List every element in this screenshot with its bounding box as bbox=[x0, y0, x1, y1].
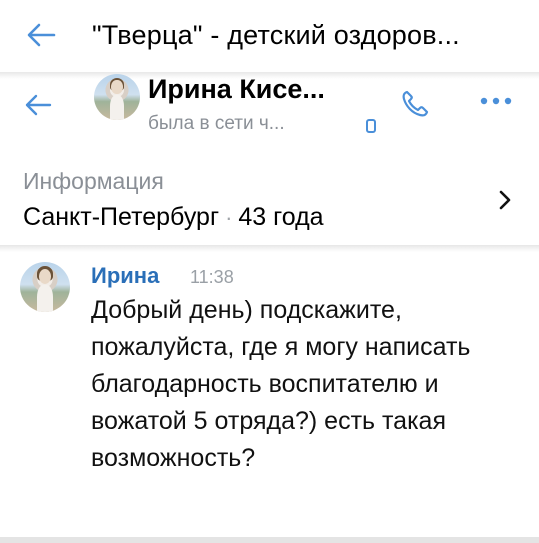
profile-info-row[interactable]: Информация Санкт-Петербург · 43 года bbox=[0, 149, 539, 245]
city: Санкт-Петербург bbox=[23, 203, 220, 231]
message-avatar[interactable] bbox=[20, 262, 70, 312]
divider bbox=[0, 245, 539, 252]
bottom-divider bbox=[0, 537, 539, 543]
message-author[interactable]: Ирина bbox=[91, 263, 159, 289]
info-label: Информация bbox=[23, 168, 164, 194]
age: 43 года bbox=[238, 203, 324, 231]
chat-header: Ирина Кисе... была в сети ч... bbox=[0, 74, 539, 149]
back-arrow-icon[interactable] bbox=[22, 89, 54, 121]
top-app-bar: "Тверца" - детский оздоров... bbox=[0, 0, 539, 72]
separator: · bbox=[225, 205, 233, 230]
contact-name[interactable]: Ирина Кисе... bbox=[148, 72, 325, 106]
message-time: 11:38 bbox=[190, 267, 234, 287]
phone-icon[interactable] bbox=[398, 87, 432, 121]
message-text: Добрый день) подскажите, пожалуйста, где… bbox=[91, 296, 471, 472]
mobile-device-icon bbox=[366, 119, 376, 133]
community-title: "Тверца" - детский оздоров... bbox=[92, 20, 460, 50]
message: Ирина 11:38 Добрый день) подскажите, пож… bbox=[0, 252, 539, 543]
online-status: была в сети ч... bbox=[148, 113, 285, 134]
avatar[interactable] bbox=[94, 74, 140, 120]
more-icon[interactable] bbox=[476, 93, 516, 109]
info-value: Санкт-Петербург · 43 года bbox=[23, 201, 324, 234]
chevron-right-icon[interactable] bbox=[496, 187, 514, 213]
back-arrow-icon[interactable] bbox=[24, 18, 58, 52]
